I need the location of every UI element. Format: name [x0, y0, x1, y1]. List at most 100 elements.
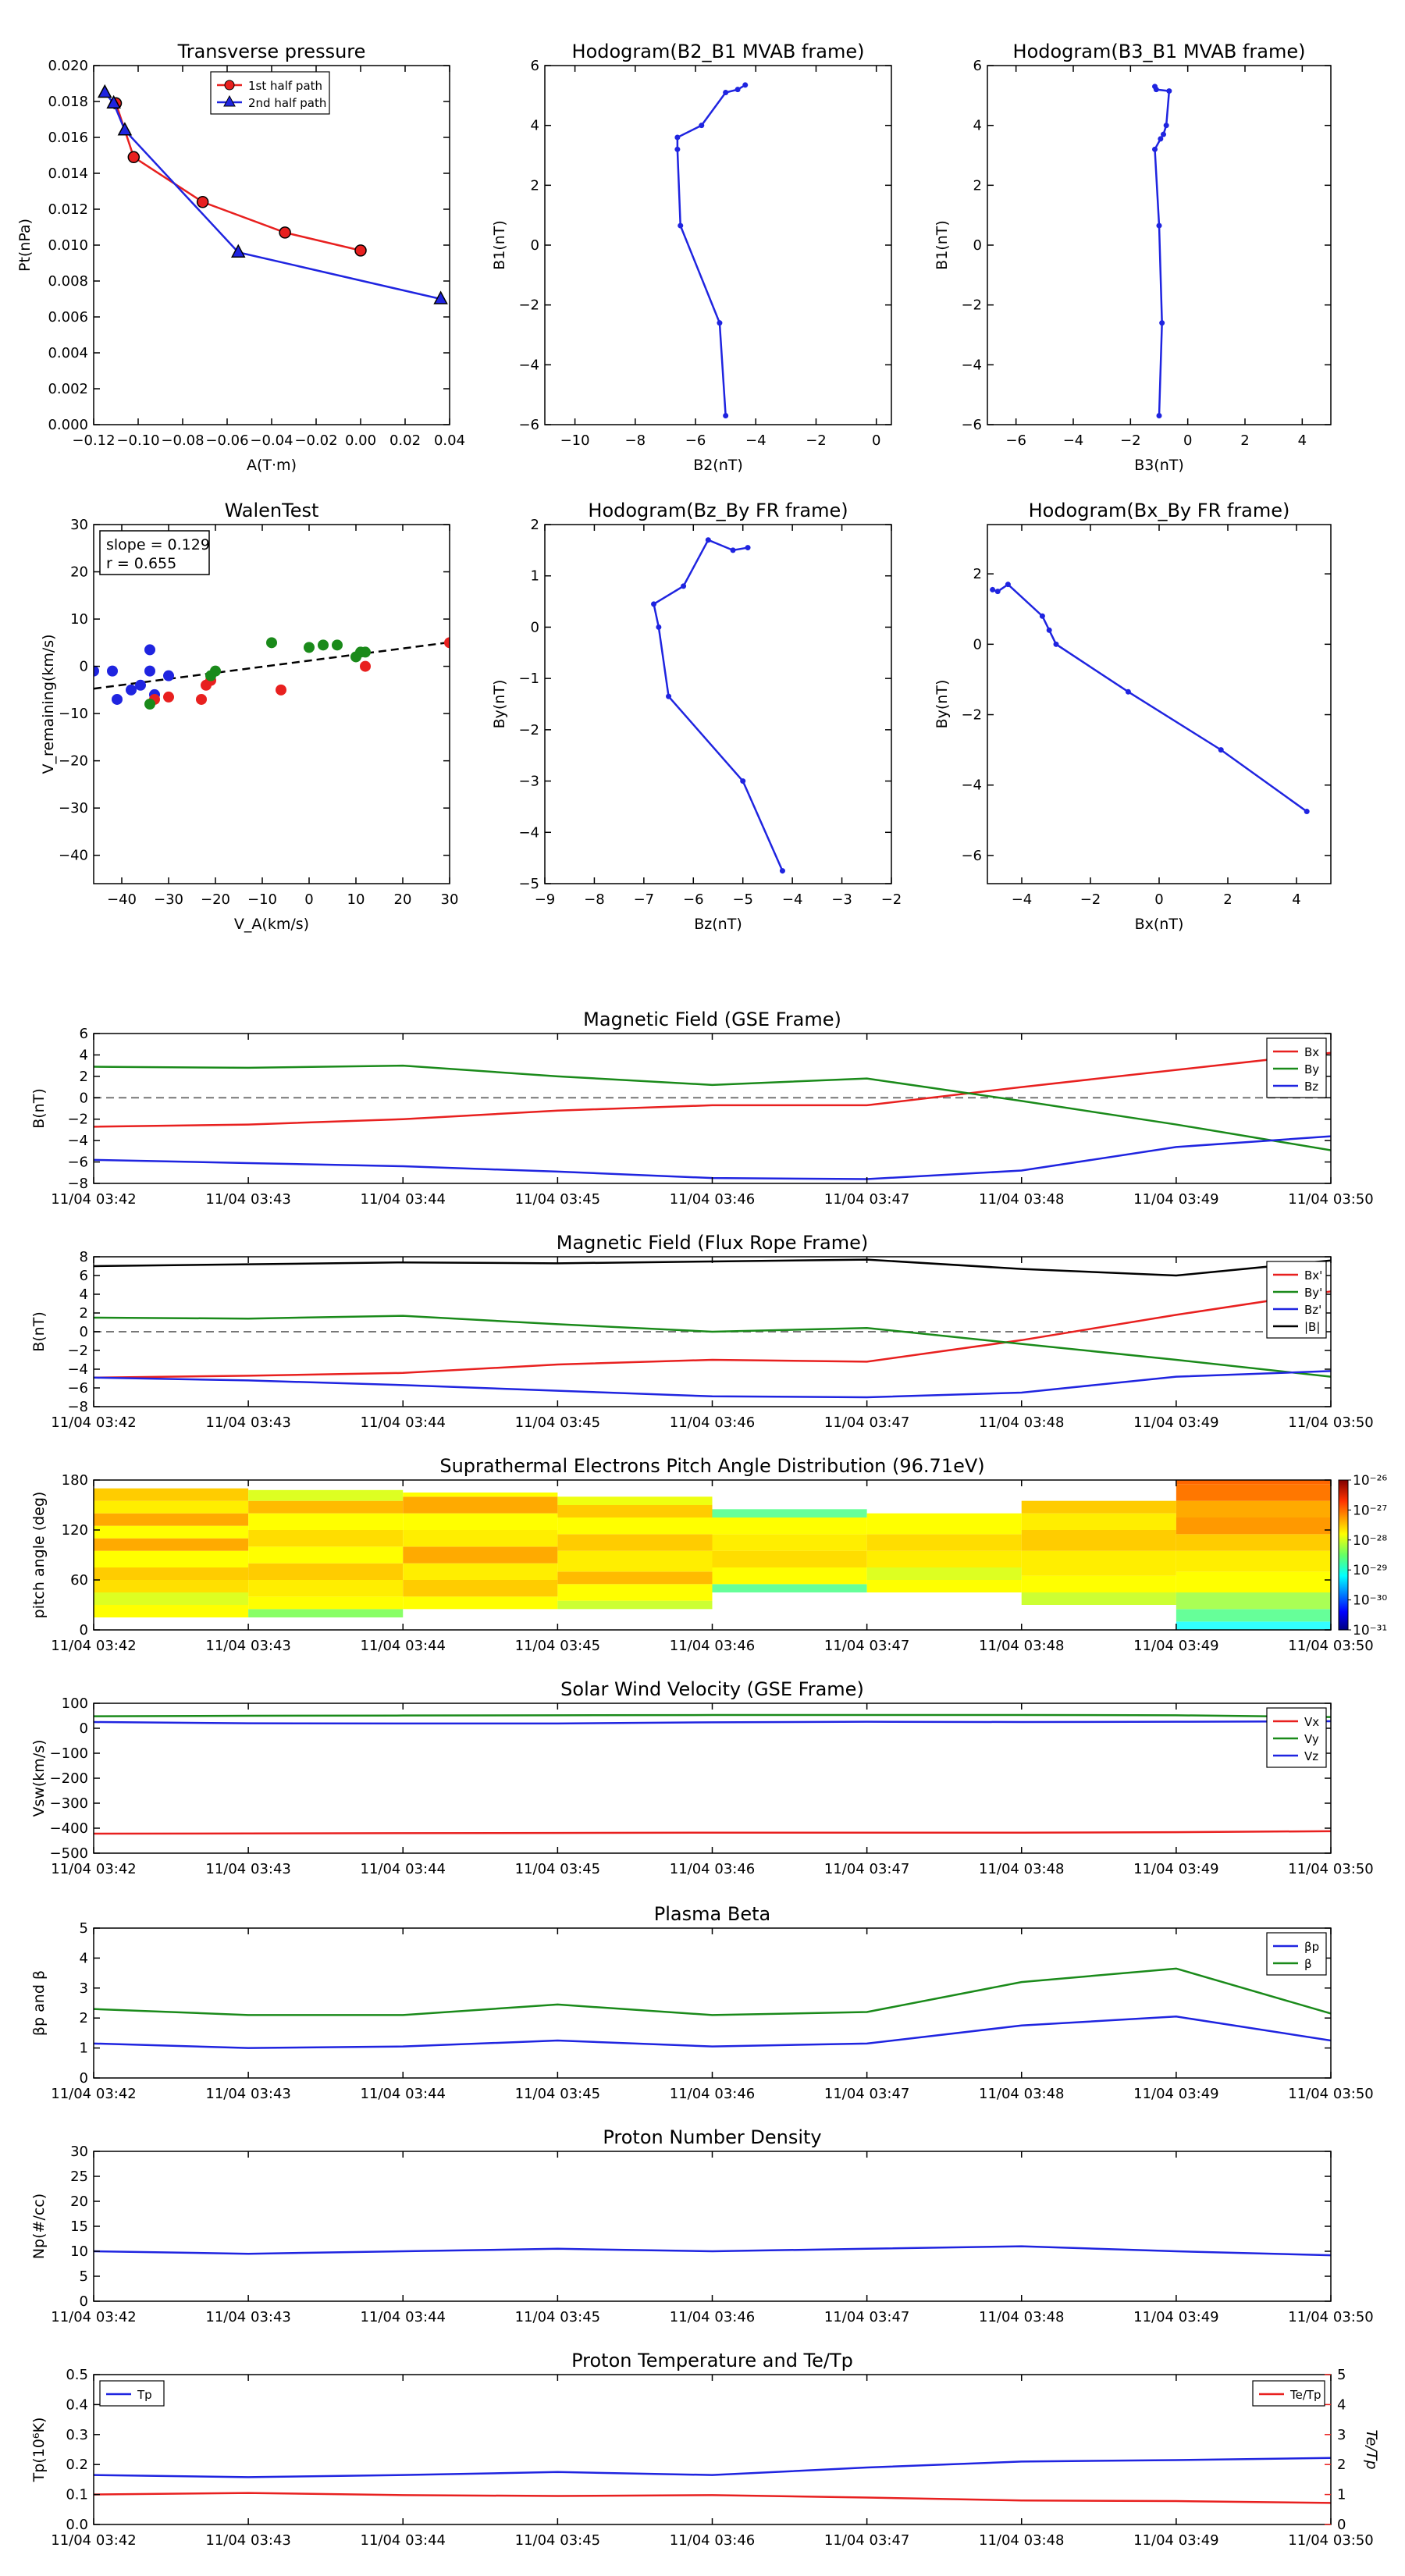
y-tick-label: 30	[70, 2144, 88, 2160]
heatmap-cell	[557, 1571, 713, 1585]
scatter-point	[144, 644, 155, 656]
heatmap-cell	[1021, 1575, 1176, 1592]
x-tick-label: 11/04 03:50	[1288, 2532, 1373, 2549]
heatmap-cell	[248, 1489, 404, 1501]
x-axis-label: B3(nT)	[1134, 457, 1184, 474]
y-tick-label: 0.012	[48, 201, 88, 218]
x-tick-label: −2	[806, 432, 827, 449]
x-tick-label: 11/04 03:47	[824, 2309, 909, 2325]
x-axis-label: Bz(nT)	[694, 916, 742, 933]
y-tick-label: −400	[50, 1820, 88, 1837]
data-point	[699, 123, 705, 129]
data-point	[705, 537, 711, 543]
y-tick-label: −2	[961, 707, 982, 724]
x-tick-label: 11/04 03:48	[979, 1414, 1064, 1431]
x-tick-label: 11/04 03:42	[51, 1191, 136, 1208]
y-axis-label: pitch angle (deg)	[30, 1492, 48, 1619]
data-point	[735, 87, 741, 93]
x-tick-label: 11/04 03:46	[670, 2086, 755, 2102]
heatmap-cell	[94, 1513, 249, 1526]
x-tick-label: 11/04 03:48	[979, 1861, 1064, 1877]
y-tick-label: 6	[80, 1026, 88, 1042]
heatmap-cell	[94, 1538, 249, 1551]
heatmap-cell	[866, 1567, 1022, 1580]
x-tick-label: 11/04 03:50	[1288, 1191, 1373, 1208]
y-tick-label: 0	[531, 619, 539, 635]
x-tick-label: 11/04 03:49	[1133, 1191, 1218, 1208]
scatter-point	[163, 691, 174, 703]
chart-title: Proton Number Density	[603, 2126, 821, 2148]
scatter-point	[112, 693, 123, 705]
y-tick-label: 0.5	[66, 2367, 88, 2383]
y-tick-label: 6	[80, 1268, 88, 1284]
heatmap-cell	[94, 1550, 249, 1567]
heatmap-cell	[1176, 1550, 1331, 1572]
y-tick-label: −20	[59, 753, 88, 770]
y-tick-label: −500	[50, 1845, 88, 1862]
y-tick-label: 0.004	[48, 345, 88, 361]
y-tick-label: 0.4	[66, 2396, 88, 2413]
y-tick-label: 0	[973, 636, 982, 653]
x-tick-label: 11/04 03:47	[824, 1861, 909, 1877]
heatmap-cell	[1176, 1621, 1331, 1630]
y-tick-label: 1	[80, 2041, 88, 2057]
data-point	[1156, 413, 1162, 418]
annotation-text: slope = 0.129	[106, 536, 210, 553]
x-tick-label: 2	[1240, 432, 1249, 449]
y-tick-label: 2	[973, 566, 982, 582]
heatmap-cell	[403, 1496, 558, 1514]
x-tick-label: 11/04 03:42	[51, 1861, 136, 1877]
annotation-box: slope = 0.129 r = 0.655	[99, 530, 210, 575]
x-tick-label: 11/04 03:45	[515, 1191, 600, 1208]
y-tick-label: 10	[70, 2243, 88, 2260]
heatmap-cell	[1176, 1592, 1331, 1610]
data-point	[740, 778, 746, 785]
y-tick-label: 0	[80, 1324, 88, 1340]
x-tick-label: 11/04 03:42	[51, 1414, 136, 1431]
y-tick-label: 2	[973, 177, 982, 194]
legend: βp β	[1266, 1932, 1327, 1976]
y-axis-label: Vsw(km/s)	[30, 1739, 48, 1816]
legend-label: 1st half path	[248, 79, 322, 93]
figure-background	[0, 0, 1405, 2576]
data-point	[1161, 131, 1166, 137]
y-tick-label: −1	[518, 671, 539, 687]
x-tick-label: −7	[634, 891, 655, 908]
y-tick-label: −3	[518, 774, 539, 790]
x-tick-label: −0.02	[294, 432, 337, 449]
legend: 1st half path 2nd half path	[210, 71, 330, 115]
annotation-text: r = 0.655	[106, 555, 176, 572]
data-point	[742, 82, 749, 88]
y-axis-label: βp and β	[30, 1970, 48, 2036]
data-point	[1218, 747, 1224, 753]
x-tick-label: 11/04 03:48	[979, 2309, 1064, 2325]
y-tick-label: −6	[961, 848, 982, 864]
y-tick-label: −2	[67, 1343, 88, 1359]
data-point	[1163, 123, 1169, 129]
y-tick-label: 0.008	[48, 273, 88, 290]
heatmap-cell	[712, 1550, 867, 1567]
y-tick-label: 30	[70, 517, 88, 533]
x-tick-label: 11/04 03:44	[361, 1861, 446, 1877]
y-tick-label: −4	[961, 357, 982, 373]
x-tick-label: 11/04 03:50	[1288, 2309, 1373, 2325]
heatmap-cell	[712, 1584, 867, 1592]
heatmap-column	[866, 1513, 1022, 1592]
heatmap-cell	[1176, 1609, 1331, 1622]
y-tick-label: 0.000	[48, 417, 88, 433]
y-tick-label: 0	[80, 1720, 88, 1737]
y-tick-label: 0	[973, 237, 982, 254]
colorbar-tick-label: 10⁻³¹	[1353, 1623, 1387, 1638]
y-axis-label: B1(nT)	[934, 220, 951, 270]
x-tick-label: −4	[1012, 891, 1033, 908]
x-tick-label: 11/04 03:48	[979, 2532, 1064, 2549]
x-tick-label: 0	[1154, 891, 1163, 908]
y-tick-label: 0.010	[48, 237, 88, 254]
data-point	[681, 583, 687, 589]
heatmap-cell	[403, 1546, 558, 1564]
x-tick-label: −10	[560, 432, 590, 449]
x-tick-label: 11/04 03:47	[824, 1638, 909, 1654]
x-axis-label: V_A(km/s)	[234, 916, 309, 933]
y-tick-label: −2	[67, 1112, 88, 1128]
legend-label: Bz'	[1304, 1303, 1321, 1317]
